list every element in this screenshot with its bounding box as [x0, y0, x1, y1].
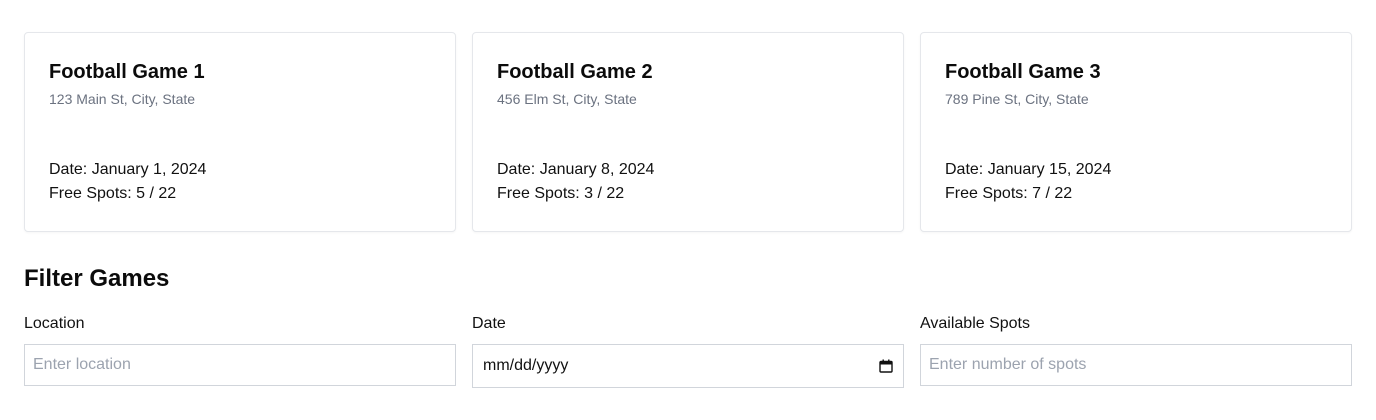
- game-address: 123 Main St, City, State: [49, 91, 196, 107]
- filter-title: Filter Games: [24, 265, 170, 292]
- game-address: 789 Pine St, City, State: [945, 91, 1089, 107]
- date-input[interactable]: mm/dd/yyyy: [472, 344, 904, 388]
- spots-input[interactable]: [920, 344, 1352, 386]
- date-label: Date: [472, 315, 506, 332]
- location-label: Location: [24, 315, 85, 332]
- game-free-spots: Free Spots: 5 / 22: [49, 185, 177, 202]
- date-value: mm/dd/yyyy: [483, 357, 569, 374]
- game-date: Date: January 8, 2024: [497, 161, 655, 178]
- game-card[interactable]: Football Game 3 789 Pine St, City, State…: [920, 32, 1352, 232]
- game-card-list: Football Game 1 123 Main St, City, State…: [24, 32, 1352, 232]
- page: Football Game 1 123 Main St, City, State…: [0, 0, 1376, 420]
- game-date: Date: January 1, 2024: [49, 161, 207, 178]
- location-input[interactable]: [24, 344, 456, 386]
- game-address: 456 Elm St, City, State: [497, 91, 637, 107]
- calendar-icon[interactable]: [879, 359, 893, 373]
- game-free-spots: Free Spots: 7 / 22: [945, 185, 1073, 202]
- filter-form: Location Date mm/dd/yyyy Available Spots: [24, 314, 1352, 388]
- date-filter: Date mm/dd/yyyy: [472, 314, 904, 388]
- game-meta: Date: January 8, 2024 Free Spots: 3 / 22: [497, 158, 879, 206]
- game-meta: Date: January 15, 2024 Free Spots: 7 / 2…: [945, 158, 1327, 206]
- spots-label: Available Spots: [920, 315, 1030, 332]
- spots-filter: Available Spots: [920, 314, 1352, 388]
- game-title: Football Game 1: [49, 61, 205, 83]
- game-title: Football Game 2: [497, 61, 653, 83]
- game-date: Date: January 15, 2024: [945, 161, 1112, 178]
- game-title: Football Game 3: [945, 61, 1101, 83]
- game-card[interactable]: Football Game 2 456 Elm St, City, State …: [472, 32, 904, 232]
- game-card[interactable]: Football Game 1 123 Main St, City, State…: [24, 32, 456, 232]
- location-filter: Location: [24, 314, 456, 388]
- game-meta: Date: January 1, 2024 Free Spots: 5 / 22: [49, 158, 431, 206]
- game-free-spots: Free Spots: 3 / 22: [497, 185, 625, 202]
